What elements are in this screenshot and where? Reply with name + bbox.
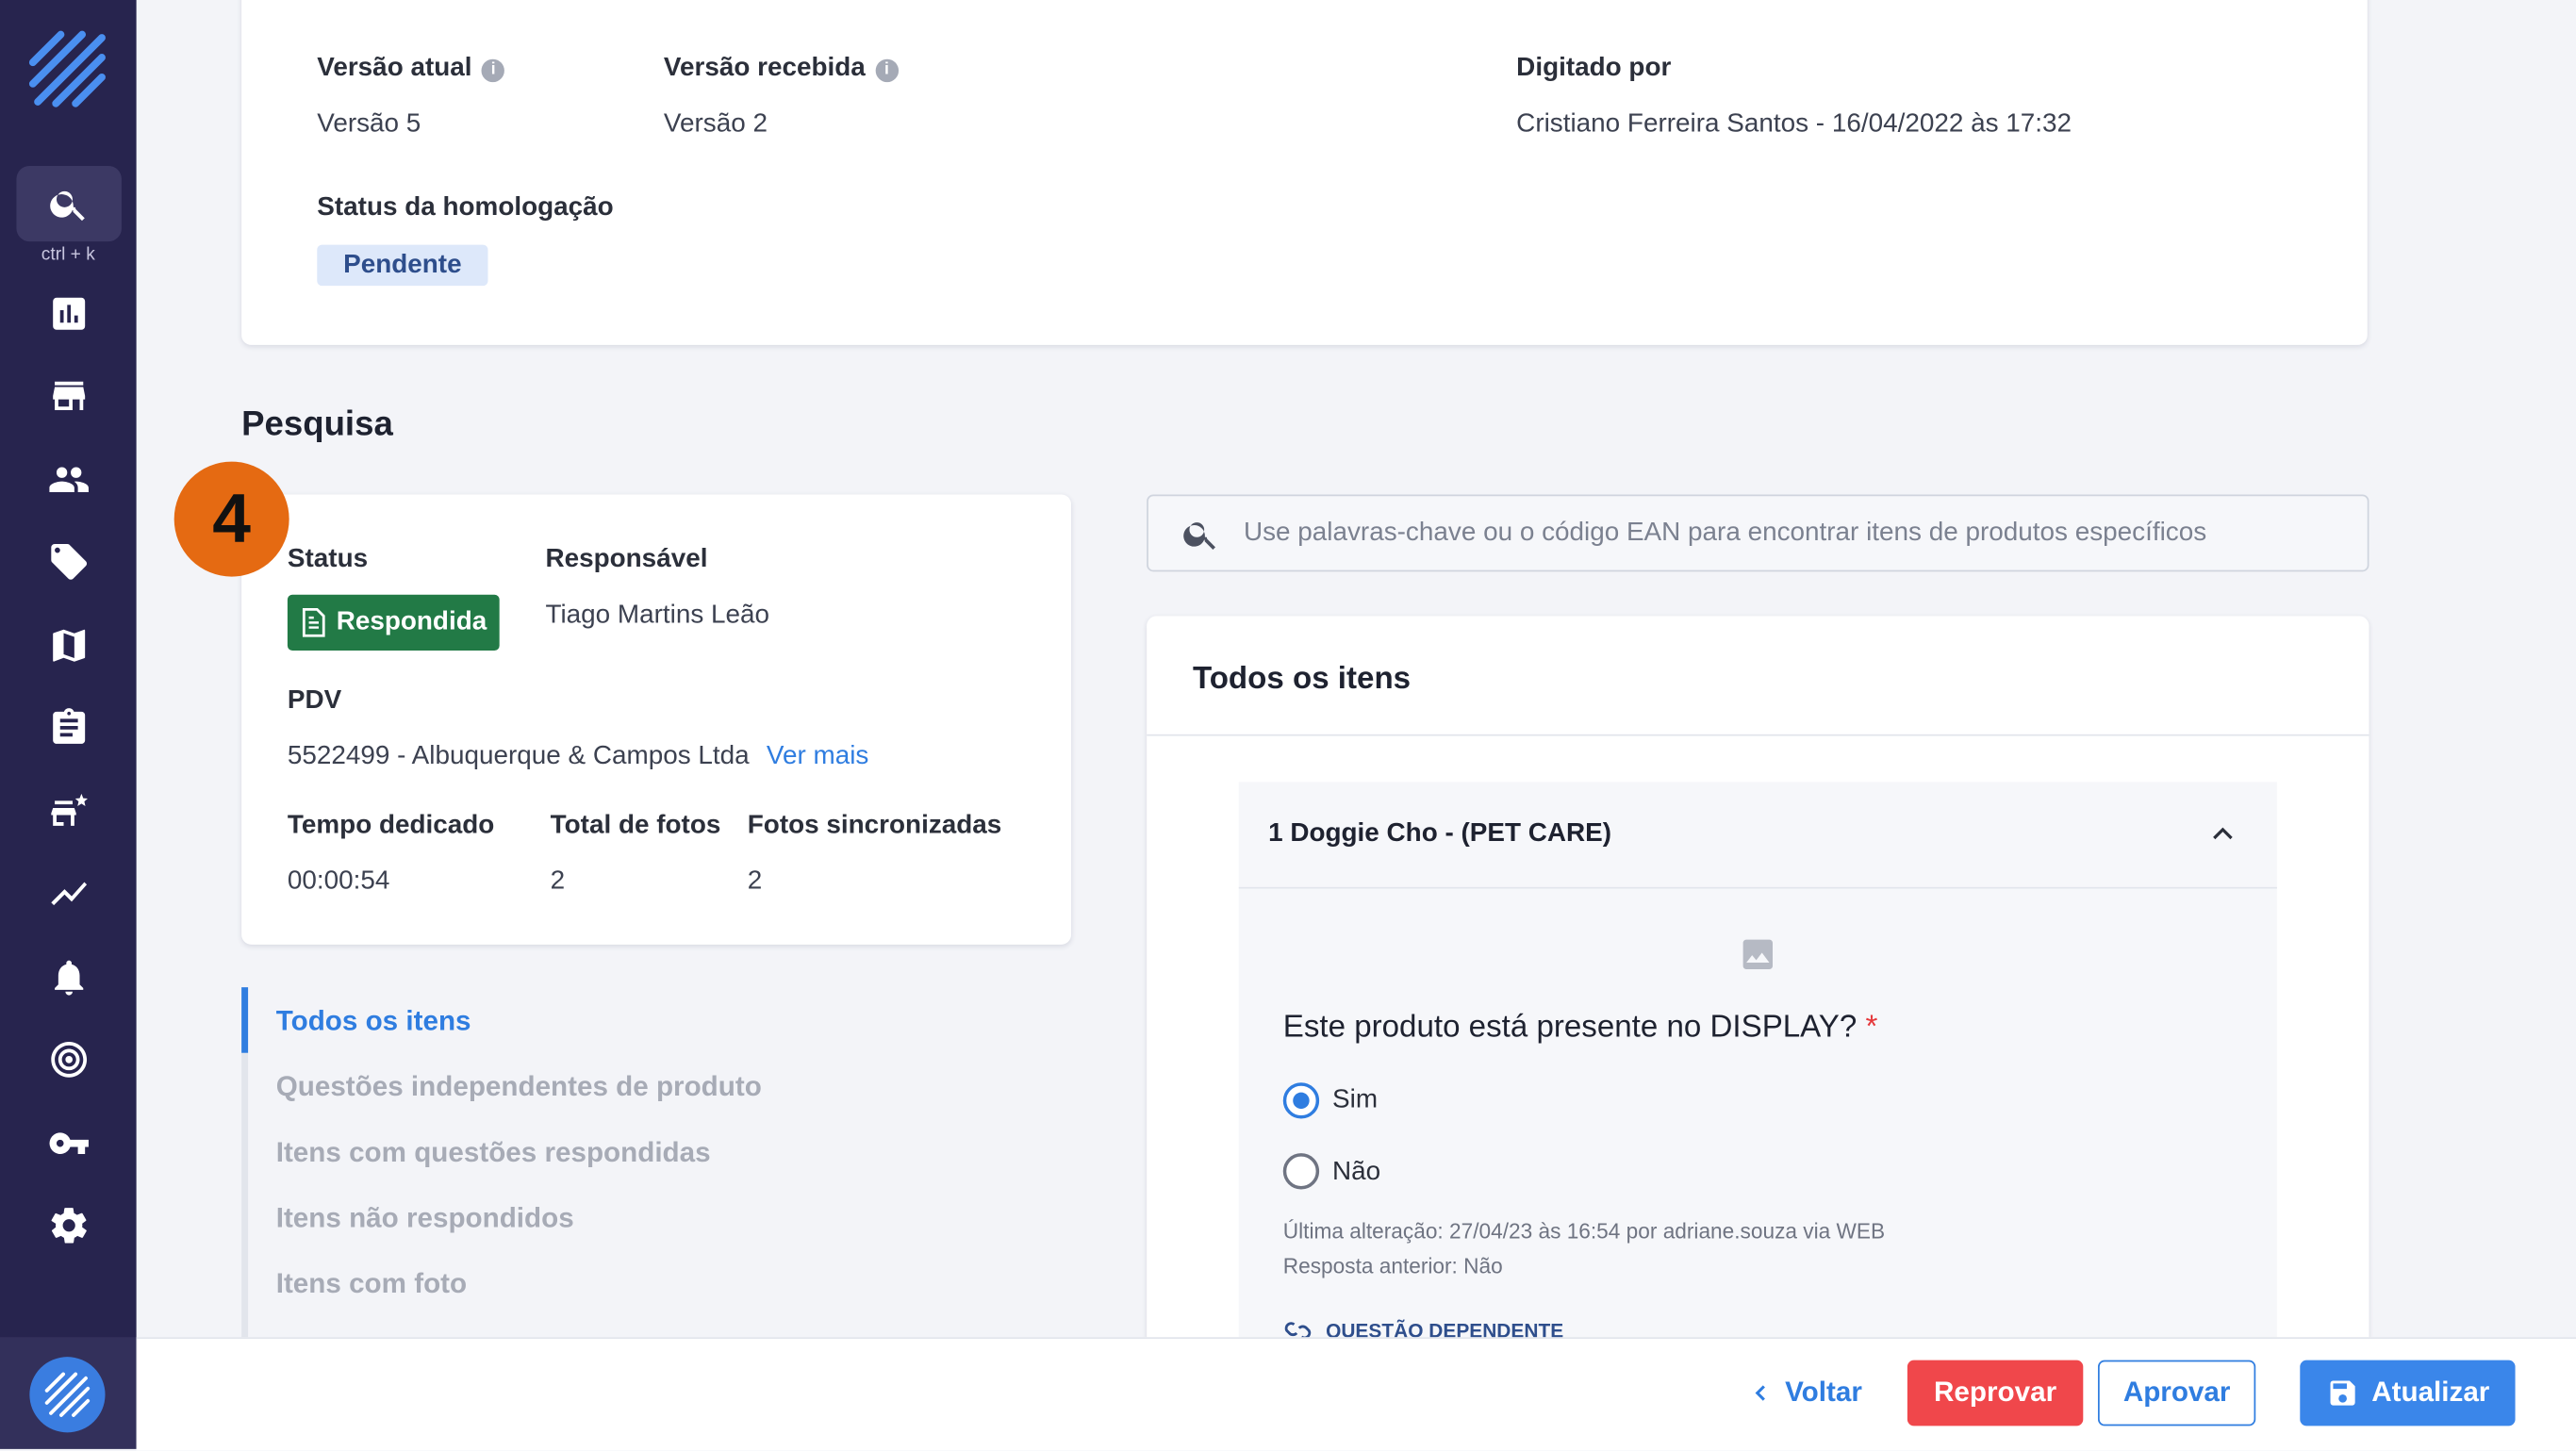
- app-logo[interactable]: [28, 29, 107, 108]
- status-badge: Pendente: [317, 244, 488, 287]
- trend-icon[interactable]: [44, 869, 93, 918]
- required-mark: *: [1865, 1010, 1878, 1046]
- typed-by-value: Cristiano Ferreira Santos - 16/04/2022 à…: [1516, 109, 2072, 139]
- image-placeholder-icon: [1742, 939, 1773, 969]
- brand-mark-icon: [44, 1372, 91, 1417]
- radio-nao[interactable]: [1282, 1153, 1320, 1190]
- save-icon: [2329, 1380, 2354, 1406]
- section-title: Pesquisa: [241, 405, 393, 444]
- sidebar: ctrl + k: [0, 0, 137, 1449]
- product-search-input[interactable]: [1240, 496, 2348, 570]
- received-version-label: Versão recebida i: [664, 54, 899, 83]
- last-change-text: Última alteração: 27/04/23 às 16:54 por …: [1282, 1218, 1886, 1244]
- pdv-value: 5522499 - Albuquerque & Campos Ltda Ver …: [287, 742, 869, 771]
- product-search-box: [1147, 494, 2370, 572]
- filter-items-with-photo[interactable]: Itens com foto: [276, 1268, 467, 1301]
- filter-independent-questions[interactable]: Questões independentes de produto: [276, 1071, 762, 1104]
- global-search-button[interactable]: [16, 165, 122, 242]
- current-version-value: Versão 5: [317, 109, 421, 139]
- question-text: Este produto está presente no DISPLAY? *: [1282, 1010, 1878, 1046]
- synced-photos-value: 2: [747, 866, 763, 896]
- current-version-label: Versão atual i: [317, 54, 505, 83]
- survey-status-badge: Respondida: [287, 594, 500, 651]
- store-star-icon[interactable]: [44, 787, 93, 836]
- settings-icon[interactable]: [44, 1201, 93, 1250]
- approval-status-label: Status da homologação: [317, 193, 614, 223]
- chevron-up-icon[interactable]: [2208, 819, 2237, 849]
- chevron-left-icon: [1754, 1385, 1765, 1401]
- approve-button[interactable]: Aprovar: [2097, 1360, 2256, 1426]
- reject-button[interactable]: Reprovar: [1907, 1360, 2084, 1426]
- bell-icon[interactable]: [44, 953, 93, 1002]
- version-info-card: Versão atual i Versão 5 Versão recebida i …: [241, 0, 2368, 345]
- app-root: ctrl + k Versão atual i Versão 5 Versão …: [0, 0, 2576, 1451]
- chart-icon[interactable]: [44, 289, 93, 338]
- survey-summary-card: Status Respondida Responsável Tiago Mart…: [241, 494, 1072, 945]
- store-icon[interactable]: [44, 371, 93, 420]
- filter-unanswered-items[interactable]: Itens não respondidos: [276, 1202, 574, 1235]
- filter-answered-items[interactable]: Itens com questões respondidas: [276, 1137, 711, 1170]
- see-more-link[interactable]: Ver mais: [767, 743, 868, 771]
- total-photos-label: Total de fotos: [550, 811, 721, 840]
- pdv-label: PDV: [287, 686, 342, 715]
- items-panel: Todos os itens 1 Doggie Cho - (PET CARE)…: [1147, 616, 2370, 1347]
- divider: [1147, 734, 2370, 736]
- active-filter-indicator: [241, 987, 249, 1053]
- search-shortcut-hint: ctrl + k: [41, 244, 95, 265]
- items-panel-title: Todos os itens: [1192, 662, 1412, 697]
- action-footer: Voltar Reprovar Aprovar Atualizar: [136, 1337, 2576, 1451]
- sidebar-footer: [0, 1337, 137, 1449]
- typed-by-label: Digitado por: [1516, 54, 1672, 83]
- responsible-label: Responsável: [545, 545, 708, 574]
- update-button[interactable]: Atualizar: [2300, 1360, 2516, 1426]
- target-icon[interactable]: [44, 1035, 93, 1084]
- product-accordion-header[interactable]: 1 Doggie Cho - (PET CARE): [1238, 782, 2277, 889]
- option-sim-label[interactable]: Sim: [1332, 1086, 1378, 1115]
- time-label: Tempo dedicado: [287, 811, 495, 840]
- map-icon[interactable]: [44, 621, 93, 670]
- clipboard-icon[interactable]: [44, 703, 93, 752]
- product-accordion-body: Este produto está presente no DISPLAY? *…: [1238, 888, 2277, 1347]
- option-nao-label[interactable]: Não: [1332, 1158, 1380, 1187]
- radio-sim[interactable]: [1282, 1082, 1320, 1119]
- synced-photos-label: Fotos sincronizadas: [747, 811, 1002, 840]
- key-icon[interactable]: [44, 1119, 93, 1168]
- filter-all-items[interactable]: Todos os itens: [276, 1005, 471, 1038]
- responsible-value: Tiago Martins Leão: [545, 601, 770, 630]
- back-button[interactable]: Voltar: [1731, 1360, 1879, 1426]
- user-avatar[interactable]: [29, 1357, 106, 1433]
- step-marker: 4: [173, 461, 289, 577]
- info-icon[interactable]: i: [481, 58, 505, 83]
- previous-answer-text: Resposta anterior: Não: [1282, 1253, 1503, 1278]
- search-icon: [50, 190, 85, 222]
- filter-nav-track: [241, 1052, 249, 1338]
- search-icon: [1183, 522, 1215, 550]
- info-icon[interactable]: i: [875, 58, 899, 83]
- status-label: Status: [287, 545, 369, 574]
- received-version-value: Versão 2: [663, 109, 768, 139]
- people-icon[interactable]: [44, 455, 93, 504]
- document-icon: [302, 608, 325, 637]
- time-value: 00:00:54: [287, 866, 390, 896]
- total-photos-value: 2: [550, 866, 566, 896]
- product-title: 1 Doggie Cho - (PET CARE): [1268, 819, 1612, 849]
- tag-icon[interactable]: [44, 537, 93, 586]
